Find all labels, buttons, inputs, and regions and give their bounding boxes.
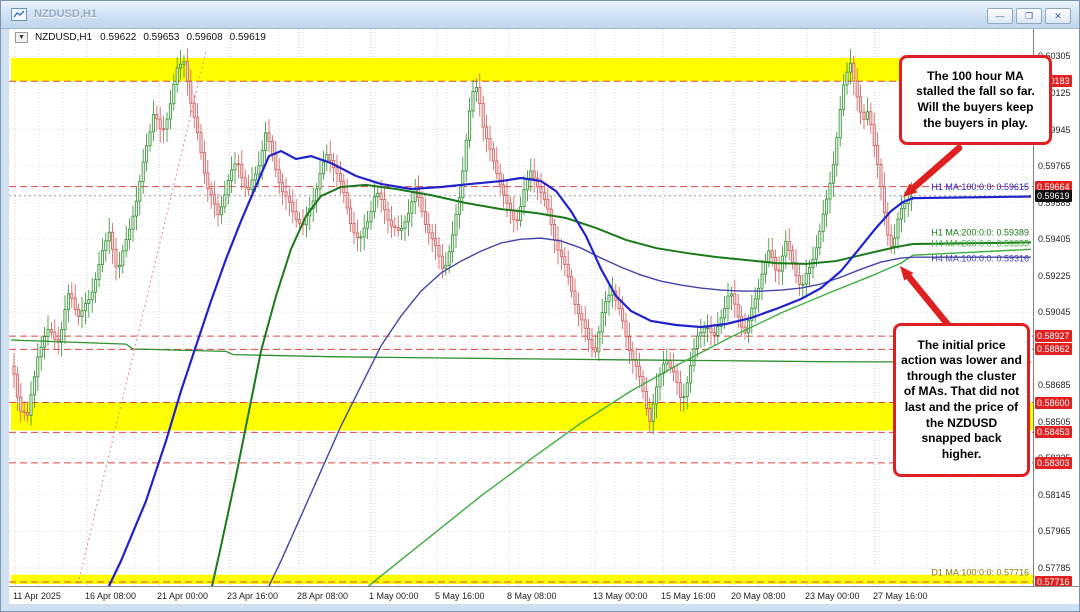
time-axis[interactable]: 11 Apr 2025 16 Apr 08:00 21 Apr 00:00 23 Ap… [9,586,1079,604]
minimize-button[interactable]: — [987,8,1013,24]
time-tick-label: 20 May 08:00 [731,591,786,601]
price-tick-label: 0.58685 [1038,380,1071,390]
price-tick-label: 0.57965 [1038,526,1071,536]
ohlc-header: ▼ NZDUSD,H1 0.59622 0.59653 0.59608 0.59619 [15,32,273,43]
grid-layer [9,29,1033,586]
price-tick-label: 0.59405 [1038,234,1071,244]
candles-layer [13,48,913,434]
price-level-badge: 0.58862 [1035,343,1072,355]
h1-ma-100-label: H1 MA:100:0:0: 0.59615 [931,182,1029,192]
time-tick-label: 21 Apr 00:00 [157,591,208,601]
close-button[interactable]: ✕ [1045,8,1071,24]
h1-ma-100-line [96,151,1031,586]
time-tick-label: 5 May 16:00 [435,591,485,601]
d1-ma-100-label: D1 MA:100:0:0: 0.57716 [931,568,1029,578]
time-tick-label: 23 May 00:00 [805,591,860,601]
price-tick-label: 0.59045 [1038,307,1071,317]
time-tick-label: 28 Apr 08:00 [297,591,348,601]
chart-window: NZDUSD,H1 — ❐ ✕ H4 MA:200:0:0: 0.59355H4… [0,0,1080,612]
h4-ma-200-label: H4 MA:200:0:0: 0.59355 [931,239,1029,249]
symbol-label: NZDUSD,H1 [35,32,92,43]
time-tick-label: 15 May 16:00 [661,591,716,601]
annotation-box-lower[interactable]: The initial price action was lower and t… [893,323,1030,477]
chart-canvas: H4 MA:200:0:0: 0.59355 H4 MA:100:0:0: 0.5… [9,29,1033,586]
open-value: 0.59622 [100,32,136,43]
title-bar[interactable]: NZDUSD,H1 — ❐ ✕ [1,1,1079,29]
restore-button[interactable]: ❐ [1016,8,1042,24]
time-tick-label: 1 May 00:00 [369,591,419,601]
time-tick-label: 23 Apr 16:00 [227,591,278,601]
price-level-badge: 0.58303 [1035,457,1072,469]
time-tick-label: 11 Apr 2025 [13,591,61,601]
time-tick-label: 13 May 00:00 [593,591,648,601]
price-tick-label: 0.58145 [1038,490,1071,500]
time-tick-label: 27 May 16:00 [873,591,928,601]
close-value: 0.59619 [230,32,266,43]
w1-ma-slow-line [11,340,1031,362]
window-title: NZDUSD,H1 [34,8,97,20]
chevron-down-icon[interactable]: ▼ [15,32,28,43]
h4-ma-100-label: H4 MA:100:0:0: 0.59316 [931,253,1029,263]
low-value: 0.59608 [186,32,222,43]
highlight-bands-layer [11,58,1033,584]
price-tick-label: 0.59765 [1038,161,1071,171]
trend-dotted-line [71,51,206,586]
price-tick-label: 0.57785 [1038,563,1071,573]
price-level-badge: 0.58600 [1035,397,1072,409]
price-tick-label: 0.59225 [1038,271,1071,281]
chart-plot-area[interactable]: H4 MA:200:0:0: 0.59355 H4 MA:100:0:0: 0.5… [9,29,1034,586]
current-price-badge: 0.59619 [1035,190,1072,202]
time-tick-label: 8 May 08:00 [507,591,557,601]
price-level-badge: 0.58453 [1035,426,1072,438]
annotation-box-upper[interactable]: The 100 hour MA stalled the fall so far.… [899,55,1052,145]
chart-icon [11,8,27,26]
time-tick-label: 16 Apr 08:00 [85,591,136,601]
price-level-badge: 0.58927 [1035,330,1072,342]
high-value: 0.59653 [143,32,179,43]
h1-ma-200-label: H1 MA:200:0:0: 0.59389 [931,228,1029,238]
price-tick-label: 0.58505 [1038,417,1071,427]
